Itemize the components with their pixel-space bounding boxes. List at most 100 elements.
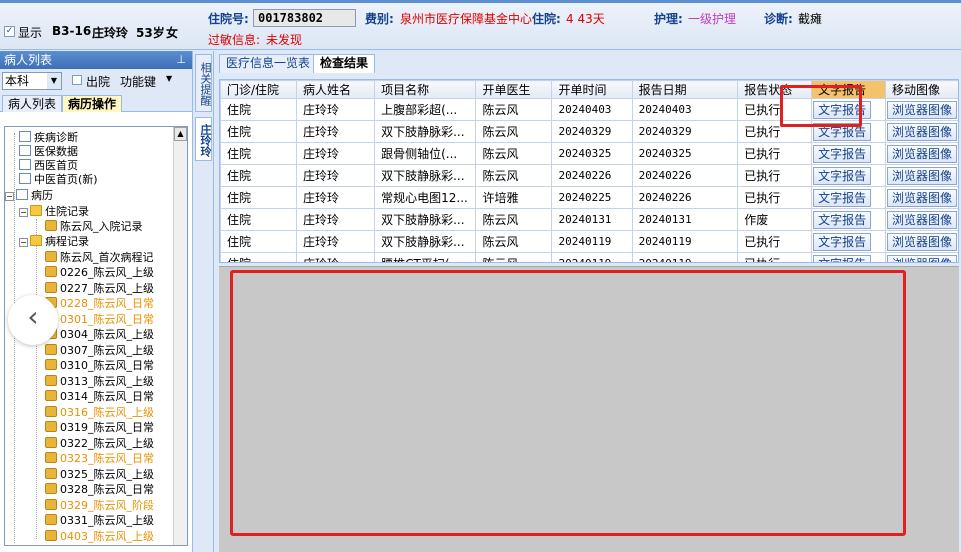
text-report-button[interactable]: 文字报告 bbox=[813, 210, 872, 229]
table-cell[interactable]: 20240403 bbox=[551, 98, 633, 121]
tree-node[interactable]: − 病程记录 bbox=[19, 235, 89, 249]
admission-no-field[interactable]: 001783802 bbox=[253, 9, 356, 27]
col-mobile-image[interactable]: 移动图像 bbox=[885, 80, 958, 99]
tree-node[interactable]: 0322_陈云风_上级 bbox=[45, 437, 154, 451]
table-cell[interactable]: 20240119 bbox=[631, 252, 739, 262]
show-checkbox[interactable]: ✓ bbox=[4, 26, 15, 37]
table-cell[interactable]: 20240131 bbox=[631, 208, 739, 231]
pin-icon[interactable]: ⊥ bbox=[176, 51, 186, 69]
table-cell[interactable]: 陈云风 bbox=[475, 120, 553, 143]
table-cell[interactable]: 庄玲玲 bbox=[295, 98, 376, 121]
tree-node[interactable]: 疾病诊断 bbox=[19, 131, 78, 145]
table-cell[interactable]: 20240225 bbox=[551, 186, 633, 209]
tree-node[interactable]: 0227_陈云风_上级 bbox=[45, 282, 154, 296]
col-report-date[interactable]: 报告日期 bbox=[631, 80, 739, 99]
table-cell[interactable]: 住院 bbox=[220, 208, 297, 231]
table-cell[interactable]: 庄玲玲 bbox=[295, 164, 376, 187]
browser-image-button[interactable]: 浏览器图像 bbox=[887, 210, 958, 229]
tree-node[interactable]: 0325_陈云风_上级 bbox=[45, 468, 154, 482]
tree-node[interactable]: 西医首页 bbox=[19, 159, 78, 173]
table-cell[interactable]: 双下肢静脉彩... bbox=[374, 120, 477, 143]
text-report-button[interactable]: 文字报告 bbox=[813, 188, 872, 207]
table-cell[interactable]: 20240325 bbox=[551, 142, 633, 165]
table-cell[interactable]: 已执行 bbox=[737, 230, 813, 253]
table-cell[interactable]: 20240403 bbox=[631, 98, 739, 121]
table-cell[interactable]: 陈云风 bbox=[475, 98, 553, 121]
table-cell[interactable]: 20240329 bbox=[551, 120, 633, 143]
tree-node[interactable]: 陈云风_首次病程记 bbox=[45, 251, 154, 265]
table-cell[interactable]: 住院 bbox=[220, 98, 297, 121]
tree-node[interactable]: 0331_陈云风_上级 bbox=[45, 514, 154, 528]
tree-node[interactable]: 0328_陈云风_日常 bbox=[45, 483, 154, 497]
tree-node[interactable]: 0319_陈云风_日常 bbox=[45, 421, 154, 435]
table-cell[interactable]: 陈云风 bbox=[475, 230, 553, 253]
col-doctor[interactable]: 开单医生 bbox=[475, 80, 553, 99]
table-cell[interactable]: 双下肢静脉彩... bbox=[374, 230, 477, 253]
table-cell[interactable]: 20240329 bbox=[631, 120, 739, 143]
table-cell[interactable]: 已执行 bbox=[737, 142, 813, 165]
table-cell[interactable]: 陈云风 bbox=[475, 164, 553, 187]
table-cell[interactable]: 20240119 bbox=[631, 230, 739, 253]
table-cell[interactable]: 20240325 bbox=[631, 142, 739, 165]
table-cell[interactable]: 已执行 bbox=[737, 252, 813, 262]
table-cell[interactable]: 20240119 bbox=[551, 230, 633, 253]
tree-node[interactable]: 0313_陈云风_上级 bbox=[45, 375, 154, 389]
browser-image-button[interactable]: 浏览器图像 bbox=[887, 232, 958, 251]
col-visit-type[interactable]: 门诊/住院 bbox=[220, 80, 297, 99]
text-report-button[interactable]: 文字报告 bbox=[813, 254, 872, 262]
table-cell[interactable]: 20240226 bbox=[551, 164, 633, 187]
text-report-button[interactable]: 文字报告 bbox=[813, 232, 872, 251]
tab-patient-list[interactable]: 病人列表 bbox=[2, 95, 63, 112]
text-report-button[interactable]: 文字报告 bbox=[813, 144, 872, 163]
table-row[interactable]: 住院 庄玲玲 双下肢静脉彩... 陈云风 20240119 20240119 已执行 文字报告… bbox=[220, 230, 958, 253]
discharged-checkbox[interactable] bbox=[72, 75, 82, 85]
table-cell[interactable]: 许培雅 bbox=[475, 186, 553, 209]
function-key-chevron-icon[interactable]: ▼ bbox=[166, 74, 172, 83]
tree-node[interactable]: 0314_陈云风_日常 bbox=[45, 390, 154, 404]
table-cell[interactable]: 庄玲玲 bbox=[295, 142, 376, 165]
table-cell[interactable]: 陈云风 bbox=[475, 208, 553, 231]
browser-image-button[interactable]: 浏览器图像 bbox=[887, 100, 958, 119]
table-cell[interactable]: 陈云风 bbox=[475, 252, 553, 262]
tree-node[interactable]: 0323_陈云风_日常 bbox=[45, 452, 154, 466]
browser-image-button[interactable]: 浏览器图像 bbox=[887, 144, 958, 163]
table-cell[interactable]: 住院 bbox=[220, 164, 297, 187]
table-cell[interactable]: 住院 bbox=[220, 142, 297, 165]
table-row[interactable]: 住院 庄玲玲 跟骨侧轴位(... 陈云风 20240325 20240325 已执行 文字报告… bbox=[220, 142, 958, 165]
tree-node[interactable]: 0301_陈云风_日常 bbox=[45, 313, 154, 327]
text-report-button[interactable]: 文字报告 bbox=[813, 166, 872, 185]
tree-node[interactable]: 0226_陈云风_上级 bbox=[45, 266, 154, 280]
scroll-up-icon[interactable]: ▲ bbox=[174, 127, 187, 141]
collapse-toggle-icon[interactable]: − bbox=[19, 208, 28, 217]
tree-node[interactable]: 医保数据 bbox=[19, 145, 78, 159]
browser-image-button[interactable]: 浏览器图像 bbox=[887, 122, 958, 141]
tab-patient-name[interactable]: 庄玲玲 bbox=[195, 117, 212, 161]
tree-node[interactable]: − 病历 bbox=[5, 189, 53, 203]
tree-node[interactable]: 陈云风_入院记录 bbox=[45, 220, 143, 234]
table-cell[interactable]: 双下肢静脉彩... bbox=[374, 208, 477, 231]
tree-node[interactable]: 0304_陈云风_上级 bbox=[45, 328, 154, 342]
tree-node[interactable]: 0316_陈云风_上级 bbox=[45, 406, 154, 420]
table-cell[interactable]: 腰椎CT平扫(... bbox=[374, 252, 477, 262]
collapse-toggle-icon[interactable]: − bbox=[5, 192, 14, 201]
tab-exam-results[interactable]: 检查结果 bbox=[313, 54, 376, 73]
table-cell[interactable]: 庄玲玲 bbox=[295, 230, 376, 253]
chevron-down-icon[interactable]: ▼ bbox=[47, 73, 61, 89]
tree-node[interactable]: − 住院记录 bbox=[19, 205, 89, 219]
table-cell[interactable]: 已执行 bbox=[737, 164, 813, 187]
table-cell[interactable]: 住院 bbox=[220, 120, 297, 143]
table-cell[interactable]: 庄玲玲 bbox=[295, 120, 376, 143]
collapse-toggle-icon[interactable]: − bbox=[19, 238, 28, 247]
tab-medical-info[interactable]: 医疗信息一览表 bbox=[219, 54, 318, 73]
table-cell[interactable]: 作废 bbox=[737, 208, 813, 231]
table-cell[interactable]: 庄玲玲 bbox=[295, 208, 376, 231]
table-row[interactable]: 住院 庄玲玲 双下肢静脉彩... 陈云风 20240131 20240131 作废 文字报告浏… bbox=[220, 208, 958, 231]
tree-node[interactable]: 0403_陈云风_上级 bbox=[45, 530, 154, 544]
table-cell[interactable]: 20240226 bbox=[631, 164, 739, 187]
table-cell[interactable]: 上腹部彩超(... bbox=[374, 98, 477, 121]
tab-related-reminder[interactable]: 相关提醒 bbox=[195, 54, 212, 112]
col-item-name[interactable]: 项目名称 bbox=[374, 80, 477, 99]
table-cell[interactable]: 已执行 bbox=[737, 186, 813, 209]
dept-select[interactable]: 本科 ▼ bbox=[2, 72, 62, 90]
table-row[interactable]: 住院庄玲玲腰椎CT平扫(...陈云风2024011920240119已执行文字报… bbox=[220, 252, 958, 262]
